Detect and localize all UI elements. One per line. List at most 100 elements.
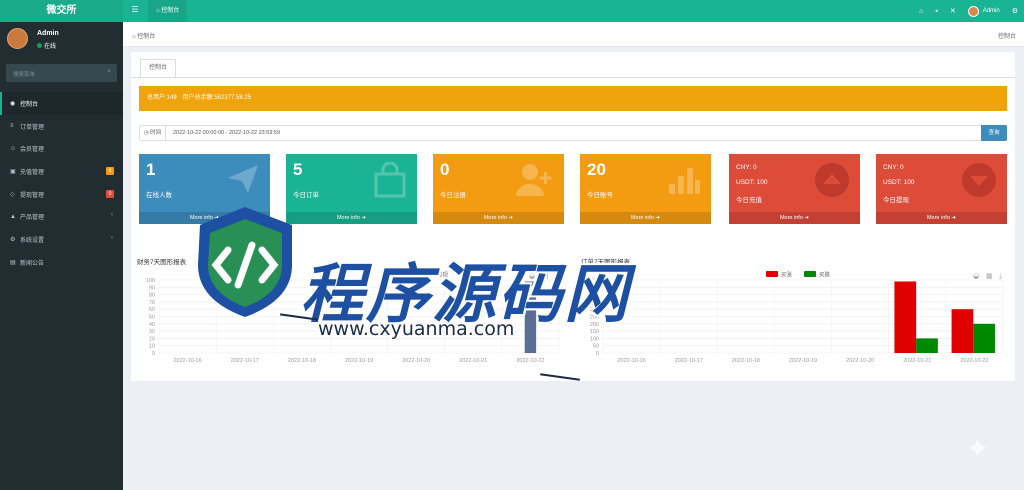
sidebar-item[interactable]: ▤ 新闻公告 xyxy=(0,251,123,274)
avatar xyxy=(7,28,28,49)
sidebar-item[interactable]: ☺ 会员管理 xyxy=(0,137,123,160)
x-tick-label: 2022-10-21 xyxy=(459,358,487,364)
sidebar-item[interactable]: ◇ 提现管理 0 xyxy=(0,183,123,206)
stat-withdraw: CNY: 0 USDT: 100 今日提现 More info ➜ xyxy=(876,154,1007,224)
home-icon[interactable]: ⌂ xyxy=(919,8,923,15)
sidebar-item[interactable]: ▣ 充值管理 5 xyxy=(0,160,123,183)
time-filter: ◷ 时间 2022-10-22 00:00:00 - 2022-10-22 23… xyxy=(139,125,1007,141)
more-info-link[interactable]: More info ➜ xyxy=(580,212,711,224)
download-icon[interactable]: ⤓ xyxy=(555,272,558,280)
sparkle-icon: ✦ xyxy=(966,433,990,464)
summary-alert: 总用户:149 用户总余额:582377.58.25 xyxy=(139,86,1007,111)
sidebar-item[interactable]: ▲ 产品管理 ‹ xyxy=(0,205,123,228)
legend-label[interactable]: USDT提现 xyxy=(422,271,448,279)
sidebar-item[interactable]: ◉ 控制台 xyxy=(0,92,123,115)
bar[interactable] xyxy=(894,281,917,353)
query-button[interactable]: 查询 xyxy=(981,125,1007,141)
y-tick-label: 200 xyxy=(590,322,599,328)
x-tick-label: 2022-10-19 xyxy=(345,358,373,364)
y-tick-label: 40 xyxy=(149,322,155,328)
orders-chart-box: 订单7天图形报表 500 450 400 350 300 250 200 150 100 50 0 2… xyxy=(581,252,1011,378)
x-tick-label: 2022-10-21 xyxy=(903,358,931,364)
legend-label[interactable]: 买跌 xyxy=(819,271,831,279)
stat-registrations: 0 今日注册 More info ➜ xyxy=(433,154,564,224)
more-info-label: More info xyxy=(483,215,507,221)
more-info-link[interactable]: More info ➜ xyxy=(876,212,1007,224)
sidebar-item-label: 新闻公告 xyxy=(20,260,45,267)
fullscreen-icon[interactable]: ✕ xyxy=(950,7,956,15)
tab-dashboard-inner[interactable]: 控制台 xyxy=(140,59,176,77)
data-view-icon[interactable]: ▦ xyxy=(542,272,549,280)
user-plus-icon xyxy=(516,164,552,196)
x-tick-label: 2022-10-18 xyxy=(288,358,316,364)
restore-icon[interactable]: ◒ xyxy=(973,272,979,280)
data-view-icon[interactable]: ▦ xyxy=(986,272,993,280)
arrow-down-circle-icon xyxy=(962,163,996,197)
y-tick-label: 80 xyxy=(149,293,155,299)
x-tick-label: 2022-10-16 xyxy=(174,358,202,364)
stat-label: 今日充值 xyxy=(736,197,762,204)
withdraw-icon: ◇ xyxy=(10,191,15,198)
stat-value: 0 xyxy=(440,160,450,179)
more-info-link[interactable]: More info ➜ xyxy=(729,212,860,224)
stat-cny: CNY: 0 xyxy=(736,164,757,171)
legend-swatch[interactable] xyxy=(407,271,419,277)
legend-label[interactable]: 买涨 xyxy=(781,271,793,279)
arrow-circle-icon: ➜ xyxy=(951,215,957,221)
more-info-link[interactable]: More info ➜ xyxy=(433,212,564,224)
more-info-link[interactable]: More info ➜ xyxy=(286,212,417,224)
bar[interactable] xyxy=(973,323,995,353)
stat-online: 1 在线人数 More info ➜ xyxy=(139,154,270,224)
restore-icon[interactable]: ◒ xyxy=(529,272,535,280)
trash-icon[interactable]: ▪ xyxy=(935,8,937,15)
y-tick-label: 450 xyxy=(590,285,599,291)
online-dot-icon xyxy=(37,43,42,48)
stat-usdt: USDT: 100 xyxy=(883,179,915,186)
x-tick-label: 2022-10-20 xyxy=(846,358,874,364)
search-icon[interactable]: ⌕ xyxy=(107,68,111,76)
tab-dashboard[interactable]: ⌂ 控制台 xyxy=(148,0,188,22)
date-range-input[interactable]: 2022-10-22 00:00:00 - 2022-10-22 23:59:5… xyxy=(173,126,280,140)
user-panel: Admin 在线 xyxy=(0,22,123,58)
bar[interactable] xyxy=(951,309,974,353)
x-tick-label: 2022-10-17 xyxy=(231,358,259,364)
download-icon[interactable]: ⤓ xyxy=(999,272,1002,280)
user-menu[interactable]: Admin xyxy=(967,5,1000,17)
stat-value: 5 xyxy=(293,160,303,179)
stat-value: 1 xyxy=(146,160,156,179)
arrow-up-circle-icon xyxy=(815,163,849,197)
sidebar-item[interactable]: ⚙ 系统设置 ‹ xyxy=(0,228,123,251)
legend-swatch[interactable] xyxy=(766,271,778,277)
sidebar-item-label: 会员管理 xyxy=(20,147,45,154)
y-tick-label: 70 xyxy=(149,300,155,306)
bar[interactable] xyxy=(916,338,938,353)
more-info-label: More info xyxy=(926,215,950,221)
sidebar-item[interactable]: ≡ 订单管理 xyxy=(0,115,123,138)
gear-icon: ⚙ xyxy=(10,236,16,243)
y-tick-label: 20 xyxy=(149,336,155,342)
search-placeholder: 搜索菜单 xyxy=(13,72,36,78)
settings-icon[interactable]: ⚙ xyxy=(1012,7,1018,15)
x-tick-label: 2022-10-17 xyxy=(675,358,703,364)
search-input[interactable]: 搜索菜单 ⌕ xyxy=(6,64,117,82)
stat-label: 今日注册 xyxy=(440,192,466,199)
menu-toggle-icon[interactable]: ☰ xyxy=(129,5,141,14)
stat-label: 今日订单 xyxy=(293,192,319,199)
header-user-name: Admin xyxy=(982,8,1000,14)
more-info-link[interactable]: More info ➜ xyxy=(139,212,270,224)
arrow-circle-icon: ➜ xyxy=(361,215,367,221)
x-tick-label: 2022-10-16 xyxy=(618,358,646,364)
app-logo[interactable]: 微交所 xyxy=(0,0,123,22)
x-tick-label: 2022-10-19 xyxy=(789,358,817,364)
legend-swatch[interactable] xyxy=(804,271,816,277)
main-panel: 控制台 总用户:149 用户总余额:582377.58.25 ◷ 时间 2022… xyxy=(131,52,1015,381)
bar[interactable] xyxy=(524,281,537,353)
breadcrumb-left[interactable]: ⌂ 控制台 xyxy=(132,31,155,40)
sidebar-item-label: 产品管理 xyxy=(20,215,45,222)
y-tick-label: 30 xyxy=(149,329,155,335)
finance-chart-box: 财务7天图形报表 100 90 80 70 60 50 40 30 20 10 0 2022-10-1… xyxy=(137,252,567,378)
stat-recharge: CNY: 0 USDT: 100 今日充值 More info ➜ xyxy=(729,154,860,224)
x-tick-label: 2022-10-22 xyxy=(516,358,544,364)
arrow-circle-icon: ➜ xyxy=(508,215,514,221)
user-name: Admin xyxy=(37,30,59,37)
